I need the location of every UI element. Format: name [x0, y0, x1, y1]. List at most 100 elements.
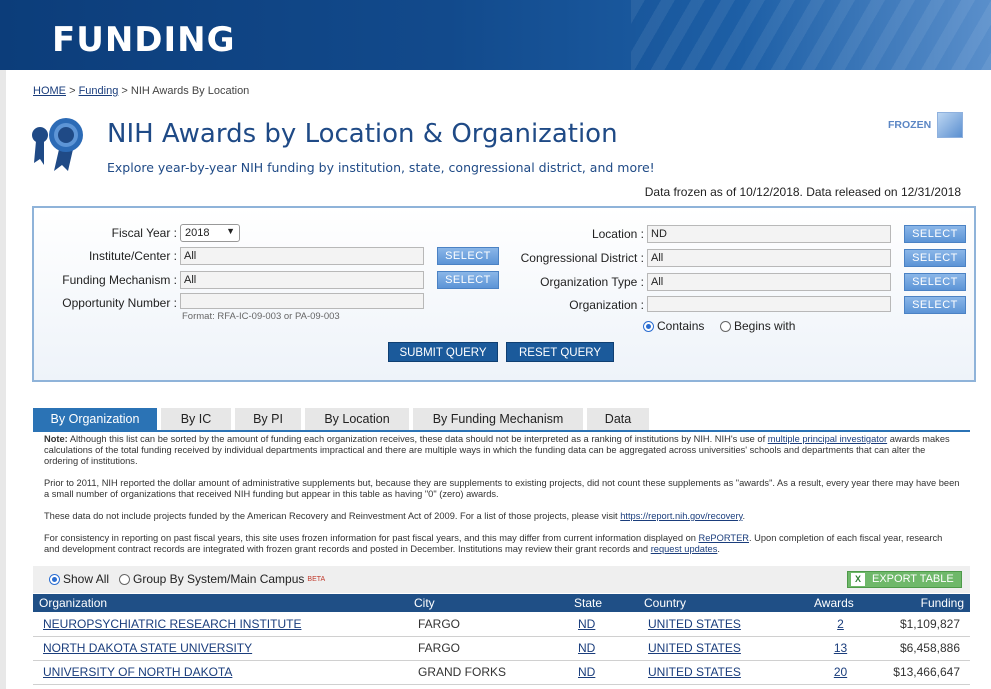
- district-label: Congressional District :: [520, 251, 644, 265]
- state-link[interactable]: ND: [578, 641, 595, 655]
- city-cell: GRAND FORKS: [408, 660, 568, 685]
- state-link[interactable]: ND: [578, 665, 595, 679]
- country-link[interactable]: UNITED STATES: [648, 641, 741, 655]
- radio-unselected-icon: [119, 573, 130, 585]
- award-ribbon-icon: [32, 118, 83, 171]
- note-supplements: Prior to 2011, NIH reported the dollar a…: [44, 478, 960, 499]
- submit-query-button[interactable]: SUBMIT QUERY: [388, 342, 498, 362]
- institute-field[interactable]: All: [180, 247, 424, 265]
- results-table: Organization City State Country Awards F…: [33, 594, 970, 685]
- city-cell: FARGO: [408, 612, 568, 637]
- recovery-link[interactable]: https://report.nih.gov/recovery: [620, 511, 742, 521]
- breadcrumb-separator: >: [69, 85, 76, 97]
- orgtype-label: Organization Type :: [540, 275, 644, 289]
- location-label: Location :: [591, 227, 644, 241]
- begins-with-radio[interactable]: Begins with: [720, 319, 795, 333]
- frozen-label: FROZEN: [888, 119, 932, 131]
- request-updates-link[interactable]: request updates: [651, 544, 718, 554]
- radio-selected-icon: [49, 573, 60, 585]
- table-options-bar: Show All Group By System/Main Campus BETA…: [33, 566, 970, 593]
- orgtype-select-button[interactable]: SELECT: [904, 273, 966, 291]
- chevron-down-icon: ▼: [226, 226, 235, 236]
- col-state[interactable]: State: [568, 594, 638, 612]
- state-link[interactable]: ND: [578, 617, 595, 631]
- show-all-radio[interactable]: Show All: [49, 572, 109, 586]
- radio-unselected-icon: [720, 320, 731, 332]
- reset-query-button[interactable]: RESET QUERY: [506, 342, 614, 362]
- tab-by-ic[interactable]: By IC: [161, 408, 231, 430]
- note-text: Although this list can be sorted by the …: [67, 434, 768, 444]
- organization-label: Organization :: [569, 298, 644, 312]
- table-row: NEUROPSYCHIATRIC RESEARCH INSTITUTE FARG…: [33, 612, 970, 637]
- tab-by-organization[interactable]: By Organization: [33, 408, 157, 430]
- funding-cell: $1,109,827: [873, 612, 970, 637]
- funding-cell: $13,466,647: [873, 660, 970, 685]
- query-panel: Fiscal Year : 2018 ▼ Institute/Center : A…: [32, 206, 976, 382]
- table-row: NORTH DAKOTA STATE UNIVERSITY FARGO ND U…: [33, 636, 970, 661]
- col-funding[interactable]: Funding: [873, 594, 970, 612]
- table-row: UNIVERSITY OF NORTH DAKOTA GRAND FORKS N…: [33, 660, 970, 685]
- note-text: .: [742, 511, 746, 521]
- organization-field[interactable]: [647, 296, 891, 312]
- opportunity-field[interactable]: [180, 293, 424, 309]
- excel-icon: X: [851, 573, 865, 586]
- district-field[interactable]: All: [647, 249, 891, 267]
- col-awards[interactable]: Awards: [808, 594, 873, 612]
- tab-by-funding-mechanism[interactable]: By Funding Mechanism: [413, 408, 583, 430]
- export-table-button[interactable]: X EXPORT TABLE: [847, 571, 962, 588]
- frozen-badge: FROZEN: [888, 112, 964, 138]
- tab-by-location[interactable]: By Location: [305, 408, 409, 430]
- col-country[interactable]: Country: [638, 594, 808, 612]
- awards-link[interactable]: 2: [837, 617, 844, 631]
- tab-data[interactable]: Data: [587, 408, 649, 430]
- organization-select-button[interactable]: SELECT: [904, 296, 966, 314]
- col-organization[interactable]: Organization: [33, 594, 408, 612]
- left-rule: [0, 70, 6, 689]
- result-tabs: By Organization By IC By PI By Location …: [33, 408, 649, 430]
- country-link[interactable]: UNITED STATES: [648, 617, 741, 631]
- district-select-button[interactable]: SELECT: [904, 249, 966, 267]
- tab-by-pi[interactable]: By PI: [235, 408, 301, 430]
- tab-underline: [33, 430, 970, 432]
- org-link[interactable]: UNIVERSITY OF NORTH DAKOTA: [43, 665, 232, 679]
- awards-link[interactable]: 20: [834, 665, 847, 679]
- fiscal-year-select[interactable]: 2018 ▼: [180, 224, 240, 242]
- beta-badge: BETA: [307, 575, 326, 583]
- begins-with-label: Begins with: [734, 319, 796, 333]
- note-bold-label: Note:: [44, 434, 68, 444]
- group-by-radio[interactable]: Group By System/Main Campus BETA: [119, 572, 325, 586]
- mechanism-label: Funding Mechanism :: [62, 273, 177, 287]
- breadcrumb-separator: >: [121, 85, 128, 97]
- city-cell: FARGO: [408, 636, 568, 661]
- col-city[interactable]: City: [408, 594, 568, 612]
- frozen-cube-icon: [937, 112, 964, 138]
- page-title: NIH Awards by Location & Organization: [107, 119, 618, 149]
- country-link[interactable]: UNITED STATES: [648, 665, 741, 679]
- multiple-pi-link[interactable]: multiple principal investigator: [768, 434, 887, 444]
- contains-label: Contains: [657, 319, 705, 333]
- opportunity-label: Opportunity Number :: [62, 296, 177, 310]
- data-frozen-note: Data frozen as of 10/12/2018. Data relea…: [644, 185, 961, 199]
- mechanism-field[interactable]: All: [180, 271, 424, 289]
- org-link[interactable]: NEUROPSYCHIATRIC RESEARCH INSTITUTE: [43, 617, 301, 631]
- radio-selected-icon: [643, 320, 654, 332]
- fiscal-year-label: Fiscal Year :: [111, 226, 177, 240]
- opportunity-format-hint: Format: RFA-IC-09-003 or PA-09-003: [182, 311, 340, 322]
- show-all-label: Show All: [63, 572, 110, 586]
- contains-radio[interactable]: Contains: [643, 319, 704, 333]
- fiscal-year-value: 2018: [185, 227, 210, 239]
- group-by-label: Group By System/Main Campus: [133, 572, 305, 586]
- location-select-button[interactable]: SELECT: [904, 225, 966, 243]
- breadcrumb-funding-link[interactable]: Funding: [79, 85, 119, 97]
- org-link[interactable]: NORTH DAKOTA STATE UNIVERSITY: [43, 641, 252, 655]
- reporter-link[interactable]: RePORTER: [699, 533, 749, 543]
- orgtype-field[interactable]: All: [647, 273, 891, 291]
- breadcrumb-home-link[interactable]: HOME: [33, 85, 66, 97]
- banner-decoration: [631, 0, 991, 70]
- location-field[interactable]: ND: [647, 225, 891, 243]
- note-ranking: Note: Although this list can be sorted b…: [44, 434, 960, 467]
- awards-link[interactable]: 13: [834, 641, 847, 655]
- note-recovery: These data do not include projects funde…: [44, 511, 960, 522]
- page-subtitle: Explore year-by-year NIH funding by inst…: [107, 160, 655, 175]
- note-frozen: For consistency in reporting on past fis…: [44, 533, 960, 555]
